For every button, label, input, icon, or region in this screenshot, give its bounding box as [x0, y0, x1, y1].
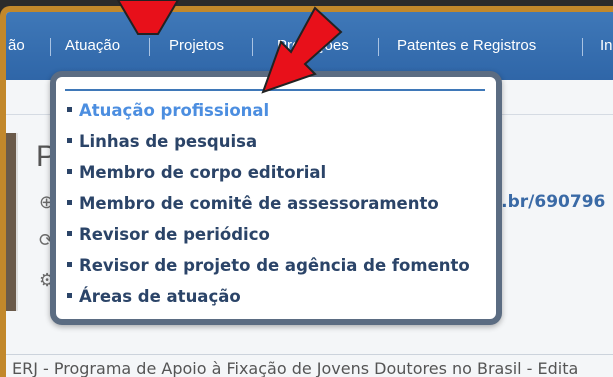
- menu-item-revisor-periodico[interactable]: Revisor de periódico: [67, 225, 270, 244]
- bullet-icon: [67, 169, 72, 174]
- atuacao-dropdown-menu: Atuação profissional Linhas de pesquisa …: [50, 71, 502, 325]
- menu-item-label: Membro de corpo editorial: [79, 163, 327, 182]
- arrow-icon: [261, 6, 343, 94]
- menu-item-label: Linhas de pesquisa: [79, 132, 258, 151]
- nav-separator: [582, 38, 583, 56]
- menu-item-comite-assessoramento[interactable]: Membro de comitê de assessoramento: [67, 194, 439, 213]
- lattes-url[interactable]: q.br/690796: [489, 192, 605, 212]
- menu-item-label: Revisor de periódico: [79, 225, 270, 244]
- menu-item-label: Áreas de atuação: [79, 287, 241, 306]
- footer-text: ERJ - Programa de Apoio à Fixação de Jov…: [12, 359, 579, 377]
- bullet-icon: [67, 200, 72, 205]
- menu-item-revisor-projeto[interactable]: Revisor de projeto de agência de fomento: [67, 256, 470, 275]
- bullet-icon: [67, 138, 72, 143]
- nav-item-cut-left[interactable]: ão: [8, 37, 25, 54]
- arrow-icon: [116, 0, 180, 35]
- nav-separator: [252, 38, 253, 56]
- menu-item-label: Revisor de projeto de agência de fomento: [79, 256, 470, 275]
- nav-item-cut-right[interactable]: In: [600, 37, 613, 54]
- bullet-icon: [67, 262, 72, 267]
- nav-separator: [50, 38, 51, 56]
- nav-item-patentes[interactable]: Patentes e Registros: [397, 37, 536, 54]
- bullet-icon: [67, 231, 72, 236]
- bullet-icon: [67, 107, 72, 112]
- menu-item-label: Membro de comitê de assessoramento: [79, 194, 439, 213]
- bullet-icon: [67, 293, 72, 298]
- divider: [6, 354, 613, 355]
- nav-separator: [149, 38, 150, 56]
- profile-photo: [6, 133, 18, 311]
- menu-item-atuacao-profissional[interactable]: Atuação profissional: [67, 101, 269, 120]
- menu-item-label: Atuação profissional: [79, 101, 270, 120]
- menu-item-linhas-de-pesquisa[interactable]: Linhas de pesquisa: [67, 132, 257, 151]
- nav-separator: [378, 38, 379, 56]
- menu-item-corpo-editorial[interactable]: Membro de corpo editorial: [67, 163, 326, 182]
- menu-item-areas-de-atuacao[interactable]: Áreas de atuação: [67, 287, 241, 306]
